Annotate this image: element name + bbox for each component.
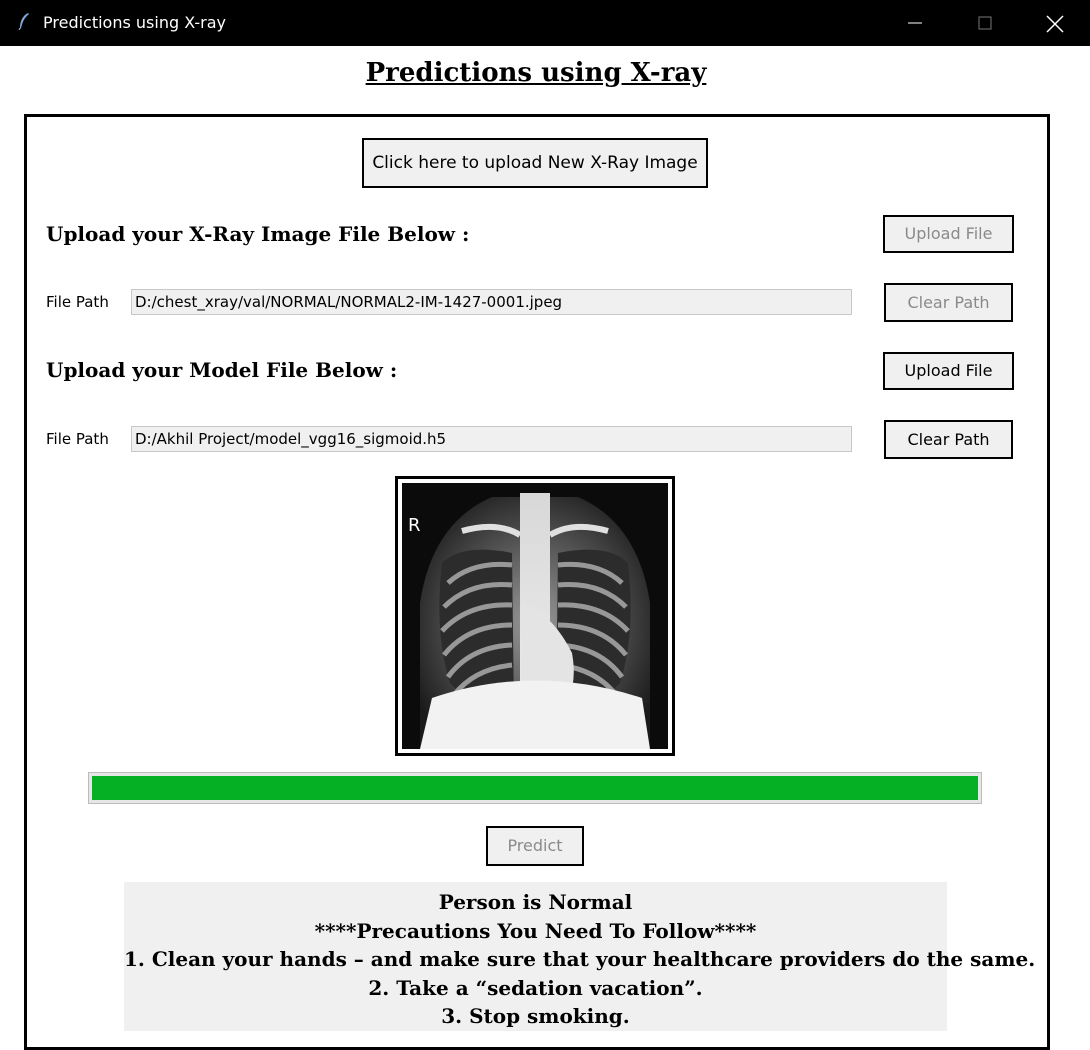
- feather-icon: [18, 13, 29, 30]
- xray-side-marker: R: [408, 515, 421, 536]
- model-file-path-field[interactable]: D:/Akhil Project/model_vgg16_sigmoid.h5: [131, 426, 852, 452]
- prediction-result-panel: Person is Normal ****Precautions You Nee…: [124, 882, 1036, 1031]
- model-upload-label: Upload your Model File Below :: [46, 358, 398, 382]
- chest-xray-image: R: [402, 483, 668, 749]
- progress-bar-fill: [92, 776, 978, 800]
- minimize-button[interactable]: [880, 0, 950, 46]
- xray-file-path-label: File Path: [46, 293, 109, 311]
- xray-upload-file-button[interactable]: Upload File: [883, 215, 1014, 253]
- title-bar: Predictions using X-ray: [0, 0, 1090, 46]
- precaution-item: 3. Stop smoking.: [441, 1004, 630, 1028]
- precautions-header: ****Precautions You Need To Follow****: [314, 918, 757, 943]
- close-button[interactable]: [1020, 0, 1090, 46]
- xray-image-preview: R: [395, 476, 675, 756]
- model-upload-file-button[interactable]: Upload File: [883, 352, 1014, 390]
- predict-button[interactable]: Predict: [486, 826, 584, 866]
- upload-new-xray-button[interactable]: Click here to upload New X-Ray Image: [362, 138, 708, 188]
- page-heading: Predictions using X-ray: [365, 58, 707, 88]
- close-icon: [1046, 15, 1064, 33]
- precaution-item: 2. Take a “sedation vacation”.: [368, 975, 703, 1000]
- xray-clear-path-button[interactable]: Clear Path: [884, 283, 1013, 322]
- xray-file-path-field[interactable]: D:/chest_xray/val/NORMAL/NORMAL2-IM-1427…: [131, 289, 852, 315]
- model-file-path-label: File Path: [46, 430, 109, 448]
- maximize-icon: [978, 16, 992, 30]
- progress-bar: [88, 772, 982, 804]
- precaution-item: 1. Clean your hands – and make sure that…: [124, 947, 1036, 971]
- model-clear-path-button[interactable]: Clear Path: [884, 420, 1013, 459]
- maximize-button[interactable]: [950, 0, 1020, 46]
- minimize-icon: [908, 22, 922, 24]
- window-title: Predictions using X-ray: [43, 13, 226, 32]
- prediction-status: Person is Normal: [438, 890, 633, 914]
- xray-upload-label: Upload your X-Ray Image File Below :: [46, 222, 470, 246]
